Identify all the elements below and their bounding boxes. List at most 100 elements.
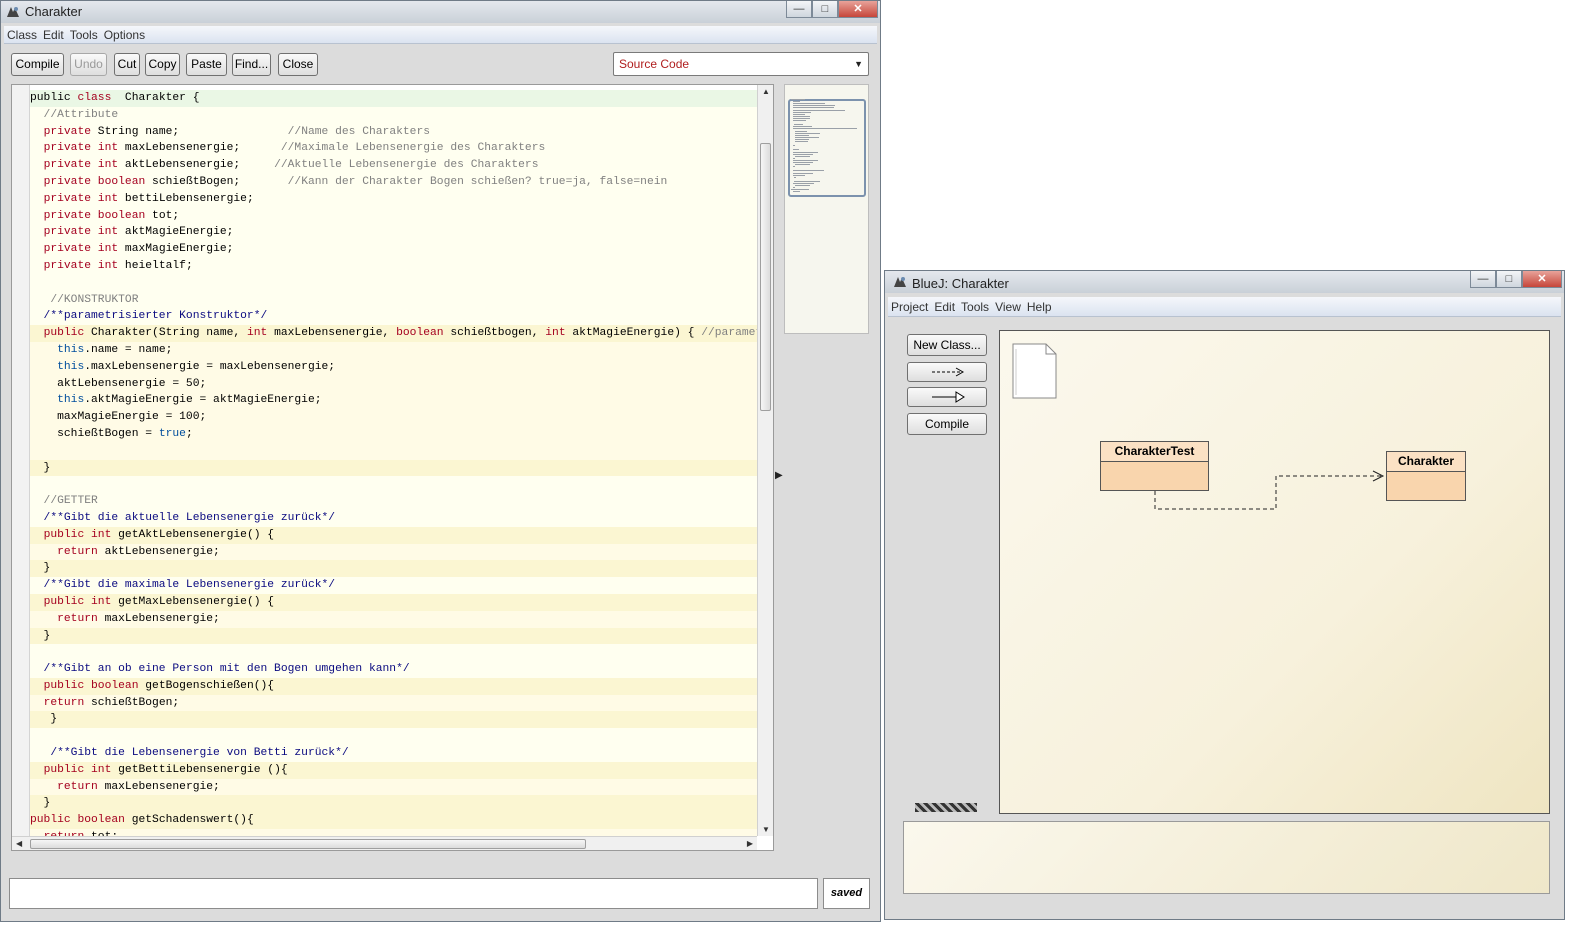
menu-edit[interactable]: Edit bbox=[931, 300, 958, 314]
code-line[interactable]: public int getMaxLebensenergie() { bbox=[30, 593, 757, 611]
inheritance-arrow-button[interactable] bbox=[907, 387, 987, 407]
code-line[interactable]: private int bettiLebensenergie; bbox=[30, 190, 757, 208]
code-line[interactable]: this.maxLebensenergie = maxLebensenergie… bbox=[30, 358, 757, 376]
menu-view[interactable]: View bbox=[992, 300, 1024, 314]
view-select[interactable]: Source Code ▼ bbox=[613, 52, 869, 76]
scroll-down-icon[interactable]: ▼ bbox=[762, 825, 770, 834]
editor-titlebar[interactable]: Charakter — □ ✕ bbox=[1, 1, 880, 23]
cut-button[interactable]: Cut bbox=[114, 53, 140, 76]
code-line[interactable]: } bbox=[30, 711, 757, 729]
code-token: tot; bbox=[145, 209, 180, 222]
code-line[interactable]: } bbox=[30, 627, 757, 645]
scroll-up-icon[interactable]: ▲ bbox=[762, 87, 770, 96]
scroll-right-icon[interactable]: ▶ bbox=[747, 839, 753, 848]
line-gutter[interactable] bbox=[12, 85, 30, 850]
find-button[interactable]: Find... bbox=[232, 53, 271, 76]
code-line[interactable]: schießtBogen = true; bbox=[30, 425, 757, 443]
code-line[interactable]: return tot; bbox=[30, 829, 757, 836]
code-line[interactable]: public boolean getBogenschießen(){ bbox=[30, 677, 757, 695]
copy-button[interactable]: Copy bbox=[145, 53, 180, 76]
vertical-scroll-thumb[interactable] bbox=[760, 143, 771, 411]
code-line[interactable]: private String name; //Name des Charakte… bbox=[30, 123, 757, 141]
code-line[interactable] bbox=[30, 274, 757, 292]
code-token: boolean bbox=[84, 679, 139, 692]
code-token: schießtBogen; bbox=[145, 175, 288, 188]
close-window-icon[interactable]: ✕ bbox=[838, 1, 878, 18]
code-line[interactable]: private int heieltalf; bbox=[30, 257, 757, 275]
menu-project[interactable]: Project bbox=[888, 300, 931, 314]
code-line[interactable]: return maxLebensenergie; bbox=[30, 778, 757, 796]
class-diagram-canvas[interactable]: CharakterTest Charakter bbox=[999, 330, 1550, 814]
bluej-titlebar[interactable]: BlueJ: Charakter — □ ✕ bbox=[885, 271, 1564, 293]
code-line[interactable]: /**Gibt die Lebensenergie von Betti zurü… bbox=[30, 745, 757, 762]
code-line[interactable]: aktLebensenergie = 50; bbox=[30, 375, 757, 393]
code-line[interactable]: public int getBettiLebensenergie (){ bbox=[30, 761, 757, 779]
undo-button[interactable]: Undo bbox=[70, 53, 107, 76]
menu-help[interactable]: Help bbox=[1024, 300, 1055, 314]
code-line[interactable]: private int aktMagieEnergie; bbox=[30, 224, 757, 242]
class-charaktertest[interactable]: CharakterTest bbox=[1100, 441, 1209, 491]
code-line[interactable]: return maxLebensenergie; bbox=[30, 610, 757, 628]
code-editor[interactable]: public class Charakter { //Attribute pri… bbox=[11, 84, 774, 851]
maximize-icon[interactable]: □ bbox=[812, 1, 838, 18]
dependency-arrow-button[interactable] bbox=[907, 362, 987, 382]
close-button[interactable]: Close bbox=[278, 53, 318, 76]
code-line[interactable]: public class Charakter { bbox=[30, 90, 757, 107]
code-line[interactable]: } bbox=[30, 560, 757, 578]
maximize-icon[interactable]: □ bbox=[1496, 271, 1522, 288]
paste-button[interactable]: Paste bbox=[186, 53, 227, 76]
code-line[interactable]: /**Gibt an ob eine Person mit den Bogen … bbox=[30, 661, 757, 678]
code-line[interactable] bbox=[30, 442, 757, 460]
minimize-icon[interactable]: — bbox=[1470, 271, 1496, 288]
code-minimap[interactable] bbox=[784, 84, 869, 334]
bluej-compile-button[interactable]: Compile bbox=[907, 413, 987, 435]
code-token: public bbox=[43, 327, 85, 340]
menu-edit[interactable]: Edit bbox=[40, 28, 67, 42]
code-line[interactable] bbox=[30, 644, 757, 662]
minimap-line bbox=[793, 103, 826, 105]
code-line[interactable]: public int getAktLebensenergie() { bbox=[30, 526, 757, 544]
close-window-icon[interactable]: ✕ bbox=[1522, 271, 1562, 288]
code-line[interactable]: private boolean schießtBogen; //Kann der… bbox=[30, 173, 757, 191]
code-line[interactable]: return aktLebensenergie; bbox=[30, 543, 757, 561]
code-line[interactable]: private int aktLebensenergie; //Aktuelle… bbox=[30, 157, 757, 174]
code-line[interactable]: //GETTER bbox=[30, 493, 757, 510]
scroll-left-icon[interactable]: ◀ bbox=[16, 839, 22, 848]
horizontal-scroll-thumb[interactable] bbox=[30, 839, 586, 849]
code-line[interactable]: public Charakter(String name, int maxLeb… bbox=[30, 325, 757, 342]
vertical-scrollbar[interactable]: ▲ ▼ bbox=[757, 85, 773, 836]
compile-button[interactable]: Compile bbox=[11, 53, 64, 76]
minimap-line bbox=[793, 187, 795, 189]
code-token: int bbox=[91, 226, 119, 239]
code-line[interactable]: /**Gibt die maximale Lebensenergie zurüc… bbox=[30, 577, 757, 594]
code-line[interactable]: public boolean getSchadenswert(){ bbox=[30, 812, 757, 830]
minimap-line bbox=[793, 191, 801, 193]
minimize-icon[interactable]: — bbox=[786, 1, 812, 18]
collapse-arrow-icon[interactable]: ▶ bbox=[775, 470, 783, 481]
code-line[interactable]: private int maxLebensenergie; //Maximale… bbox=[30, 140, 757, 158]
code-line[interactable]: /**Gibt die aktuelle Lebensenergie zurüc… bbox=[30, 509, 757, 527]
menu-tools[interactable]: Tools bbox=[958, 300, 992, 314]
menu-tools[interactable]: Tools bbox=[67, 28, 101, 42]
code-line[interactable]: /**parametrisierter Konstruktor*/ bbox=[30, 308, 757, 326]
new-class-button[interactable]: New Class... bbox=[907, 334, 987, 356]
code-line[interactable]: this.aktMagieEnergie = aktMagieEnergie; bbox=[30, 392, 757, 410]
code-line[interactable]: //KONSTRUKTOR bbox=[30, 291, 757, 309]
code-line[interactable]: return schießtBogen; bbox=[30, 694, 757, 712]
code-line[interactable]: private boolean tot; bbox=[30, 207, 757, 225]
class-charakter[interactable]: Charakter bbox=[1386, 451, 1466, 501]
code-line[interactable]: maxMagieEnergie = 100; bbox=[30, 409, 757, 426]
menu-options[interactable]: Options bbox=[101, 28, 148, 42]
code-area[interactable]: public class Charakter { //Attribute pri… bbox=[30, 90, 757, 836]
horizontal-scrollbar[interactable]: ◀ ▶ bbox=[12, 836, 757, 850]
code-line[interactable] bbox=[30, 476, 757, 494]
code-line[interactable]: } bbox=[30, 459, 757, 477]
code-line[interactable]: this.name = name; bbox=[30, 341, 757, 359]
code-line[interactable]: } bbox=[30, 795, 757, 813]
menu-class[interactable]: Class bbox=[4, 28, 40, 42]
code-line[interactable]: private int maxMagieEnergie; bbox=[30, 241, 757, 258]
object-bench[interactable] bbox=[903, 821, 1550, 894]
code-line[interactable] bbox=[30, 728, 757, 746]
code-line[interactable]: //Attribute bbox=[30, 106, 757, 124]
